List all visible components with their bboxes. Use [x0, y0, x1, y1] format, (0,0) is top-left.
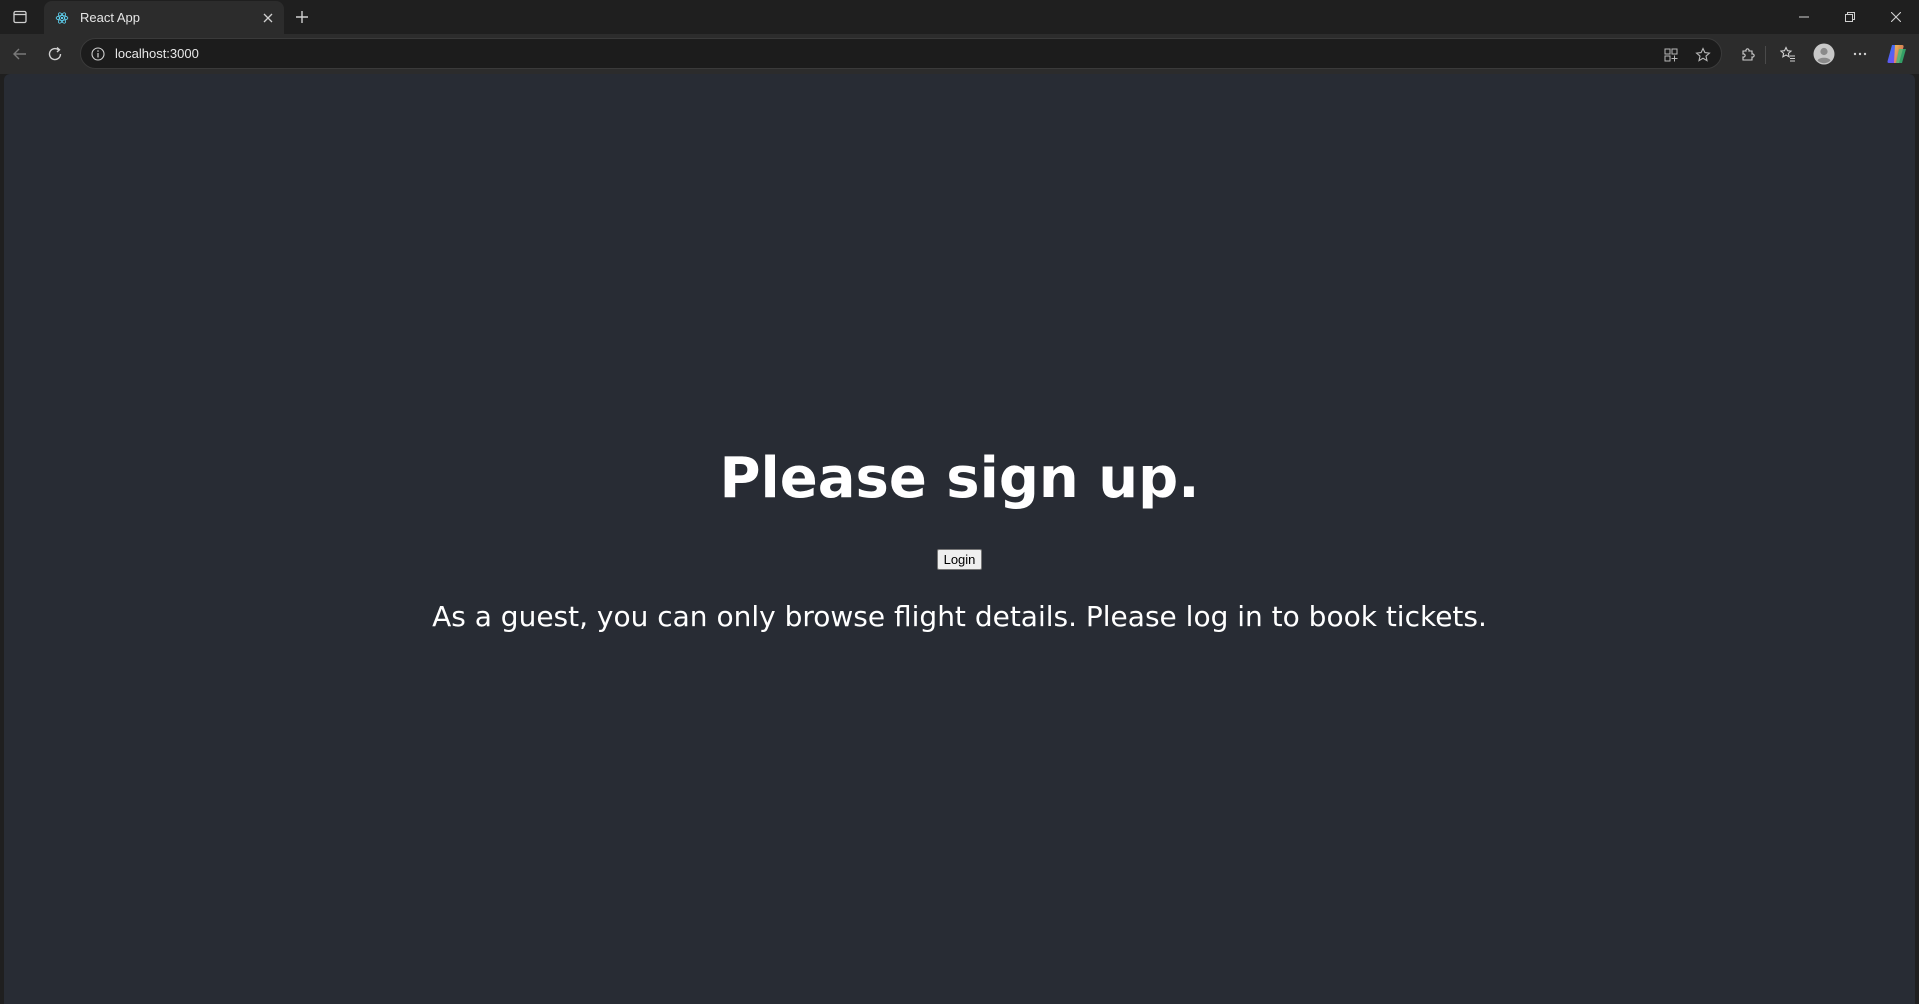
page-viewport: Please sign up. Login As a guest, you ca…	[4, 74, 1915, 1004]
tab-title: React App	[80, 10, 140, 25]
address-bar[interactable]: localhost:3000	[80, 38, 1722, 69]
guest-message: As a guest, you can only browse flight d…	[432, 599, 1487, 633]
refresh-icon[interactable]	[42, 41, 68, 67]
app-grid-icon[interactable]	[1661, 45, 1681, 65]
close-icon[interactable]	[258, 8, 278, 28]
page-title: Please sign up.	[719, 445, 1200, 511]
app-container: Please sign up. Login As a guest, you ca…	[4, 74, 1915, 1004]
profile-avatar-icon[interactable]	[1811, 41, 1837, 67]
plus-icon[interactable]	[290, 5, 314, 29]
browser-title-bar: React App	[0, 0, 1919, 34]
back-arrow-icon[interactable]	[7, 41, 33, 67]
window-controls	[1781, 0, 1919, 34]
browser-tab[interactable]: React App	[44, 1, 284, 34]
copilot-icon[interactable]	[1884, 41, 1910, 67]
react-icon	[54, 10, 70, 26]
url-text: localhost:3000	[115, 46, 199, 61]
info-icon[interactable]	[89, 45, 107, 63]
more-icon[interactable]	[1847, 41, 1873, 67]
tab-actions-icon[interactable]	[9, 6, 31, 28]
browser-toolbar: localhost:3000	[0, 34, 1919, 74]
close-icon[interactable]	[1873, 0, 1919, 34]
minimize-icon[interactable]	[1781, 0, 1827, 34]
restore-icon[interactable]	[1827, 0, 1873, 34]
puzzle-icon[interactable]	[1735, 41, 1761, 67]
star-icon[interactable]	[1693, 45, 1713, 65]
toolbar-divider	[1765, 46, 1766, 64]
login-button[interactable]: Login	[936, 548, 983, 570]
favorites-icon[interactable]	[1775, 41, 1801, 67]
